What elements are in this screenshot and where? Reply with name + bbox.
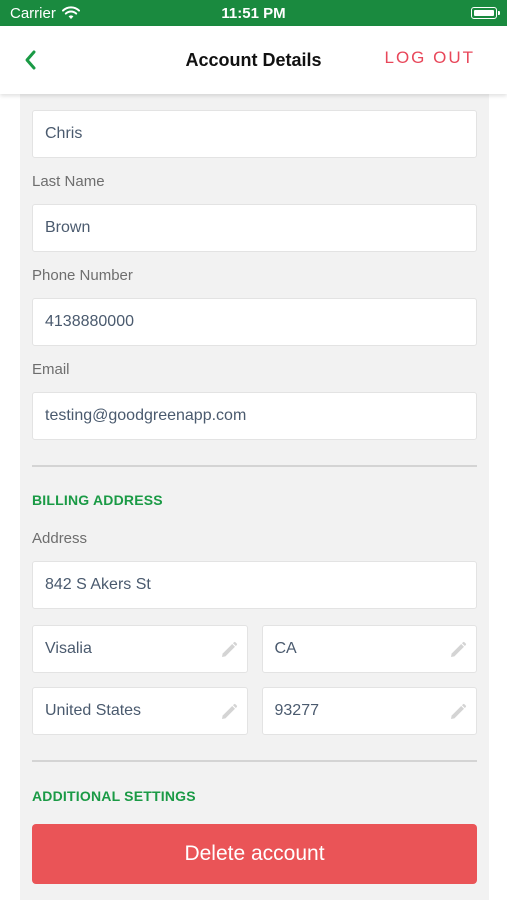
last-name-field[interactable]: Brown [32,204,477,252]
address-field[interactable]: 842 S Akers St [32,561,477,609]
country-field[interactable]: United States [32,687,248,735]
status-bar: Carrier 11:51 PM [0,0,507,26]
nav-bar: Account Details LOG OUT [0,26,507,94]
back-button[interactable] [18,46,42,74]
country-value: United States [45,702,142,719]
zip-value: 93277 [274,702,320,719]
status-left: Carrier [10,5,80,22]
last-name-value: Brown [45,219,91,236]
pencil-icon [221,703,237,719]
email-value: testing@goodgreenapp.com [45,407,247,424]
account-form: Chris Last Name Brown Phone Number 41388… [20,94,489,900]
city-field[interactable]: Visalia [32,625,248,673]
carrier-label: Carrier [10,4,56,22]
battery-icon [471,7,500,19]
email-label: Email [32,361,70,378]
pencil-icon [451,703,467,719]
state-value: CA [274,640,297,657]
first-name-field[interactable]: Chris [32,110,477,158]
phone-value: 4138880000 [45,313,134,330]
wifi-icon [61,6,80,19]
pencil-icon [221,641,237,657]
pencil-icon [451,641,467,657]
phone-field[interactable]: 4138880000 [32,298,477,346]
billing-section-title: BILLING ADDRESS [32,492,163,508]
email-field[interactable]: testing@goodgreenapp.com [32,392,477,440]
city-state-row: Visalia CA [32,625,477,673]
address-label: Address [32,530,88,547]
address-value: 842 S Akers St [45,576,151,593]
first-name-value: Chris [45,125,83,142]
city-value: Visalia [45,640,92,657]
phone-label: Phone Number [32,267,133,284]
last-name-label: Last Name [32,173,105,190]
country-zip-row: United States 93277 [32,687,477,735]
state-field[interactable]: CA [261,625,477,673]
delete-account-button[interactable]: Delete account [32,824,477,884]
zip-field[interactable]: 93277 [261,687,477,735]
logout-button[interactable]: LOG OUT [384,48,475,68]
chevron-left-icon [25,50,36,70]
additional-settings-title: ADDITIONAL SETTINGS [32,788,196,804]
